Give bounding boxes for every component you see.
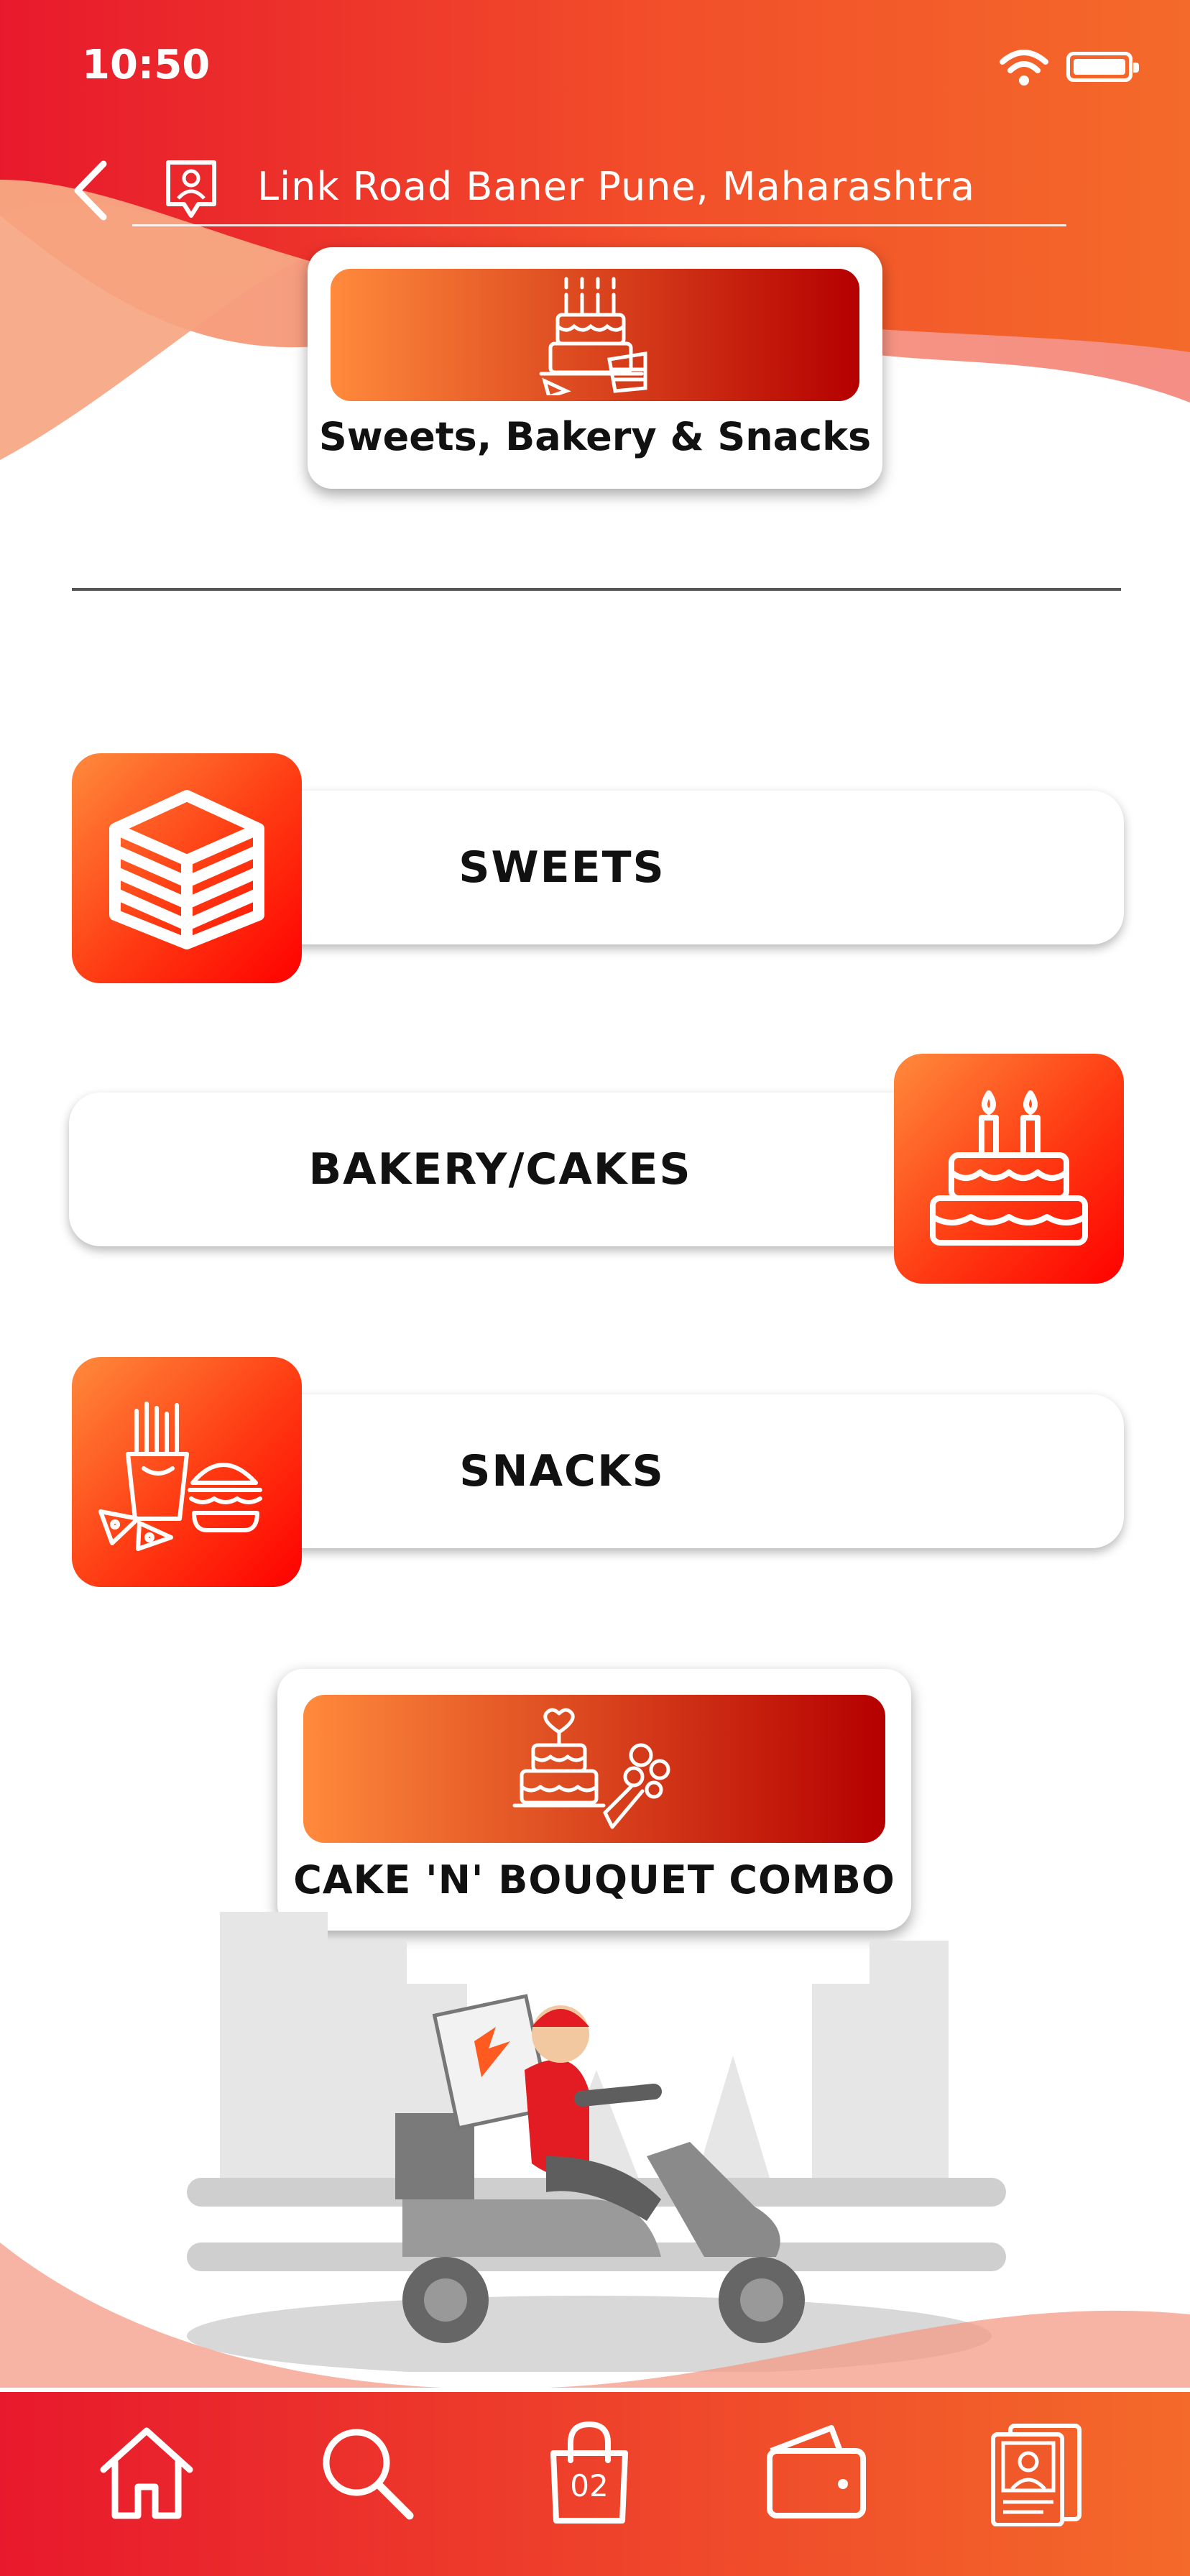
combo-card[interactable]: CAKE 'N' BOUQUET COMBO — [277, 1669, 911, 1931]
profile-icon — [991, 2424, 1081, 2526]
category-banner — [331, 269, 859, 401]
bakery-cakes-button[interactable]: BAKERY/CAKES — [69, 1092, 931, 1246]
divider — [72, 588, 1121, 591]
combo-banner — [303, 1695, 885, 1843]
wallet-icon — [767, 2425, 866, 2518]
bakery-tile[interactable] — [894, 1054, 1124, 1284]
nav-search[interactable] — [309, 2408, 424, 2537]
sweets-tile[interactable] — [72, 753, 302, 983]
sweets-box-icon — [109, 790, 264, 949]
snacks-tile[interactable] — [72, 1357, 302, 1587]
category-title: Sweets, Bakery & Snacks — [318, 414, 872, 459]
location-underline — [132, 224, 1066, 226]
snacks-button[interactable]: SNACKS — [259, 1394, 1124, 1548]
birthday-cake-icon — [930, 1090, 1088, 1246]
search-icon — [323, 2429, 414, 2520]
status-time: 10:50 — [82, 42, 211, 88]
location-text[interactable]: Link Road Baner Pune, Maharashtra — [257, 164, 975, 209]
sweets-button[interactable]: SWEETS — [259, 791, 1124, 944]
nav-wallet[interactable] — [759, 2408, 874, 2537]
cake-bouquet-icon — [512, 1708, 670, 1829]
snacks-label: SNACKS — [459, 1446, 665, 1496]
sweets-label: SWEETS — [458, 842, 665, 893]
back-icon[interactable] — [69, 160, 112, 221]
nav-cart[interactable]: 02 — [532, 2408, 647, 2537]
nav-home[interactable] — [89, 2408, 204, 2537]
bakery-cakes-label: BAKERY/CAKES — [308, 1144, 692, 1195]
location-user-icon — [166, 160, 216, 218]
snacks-icon — [98, 1402, 262, 1551]
category-card: Sweets, Bakery & Snacks — [308, 247, 882, 489]
combo-title: CAKE 'N' BOUQUET COMBO — [293, 1857, 895, 1903]
nav-profile[interactable] — [979, 2408, 1094, 2537]
home-icon — [100, 2427, 193, 2519]
cart-count: 02 — [570, 2468, 609, 2503]
wifi-icon — [1000, 50, 1048, 86]
cake-icon — [539, 277, 647, 395]
battery-icon — [1066, 52, 1139, 82]
